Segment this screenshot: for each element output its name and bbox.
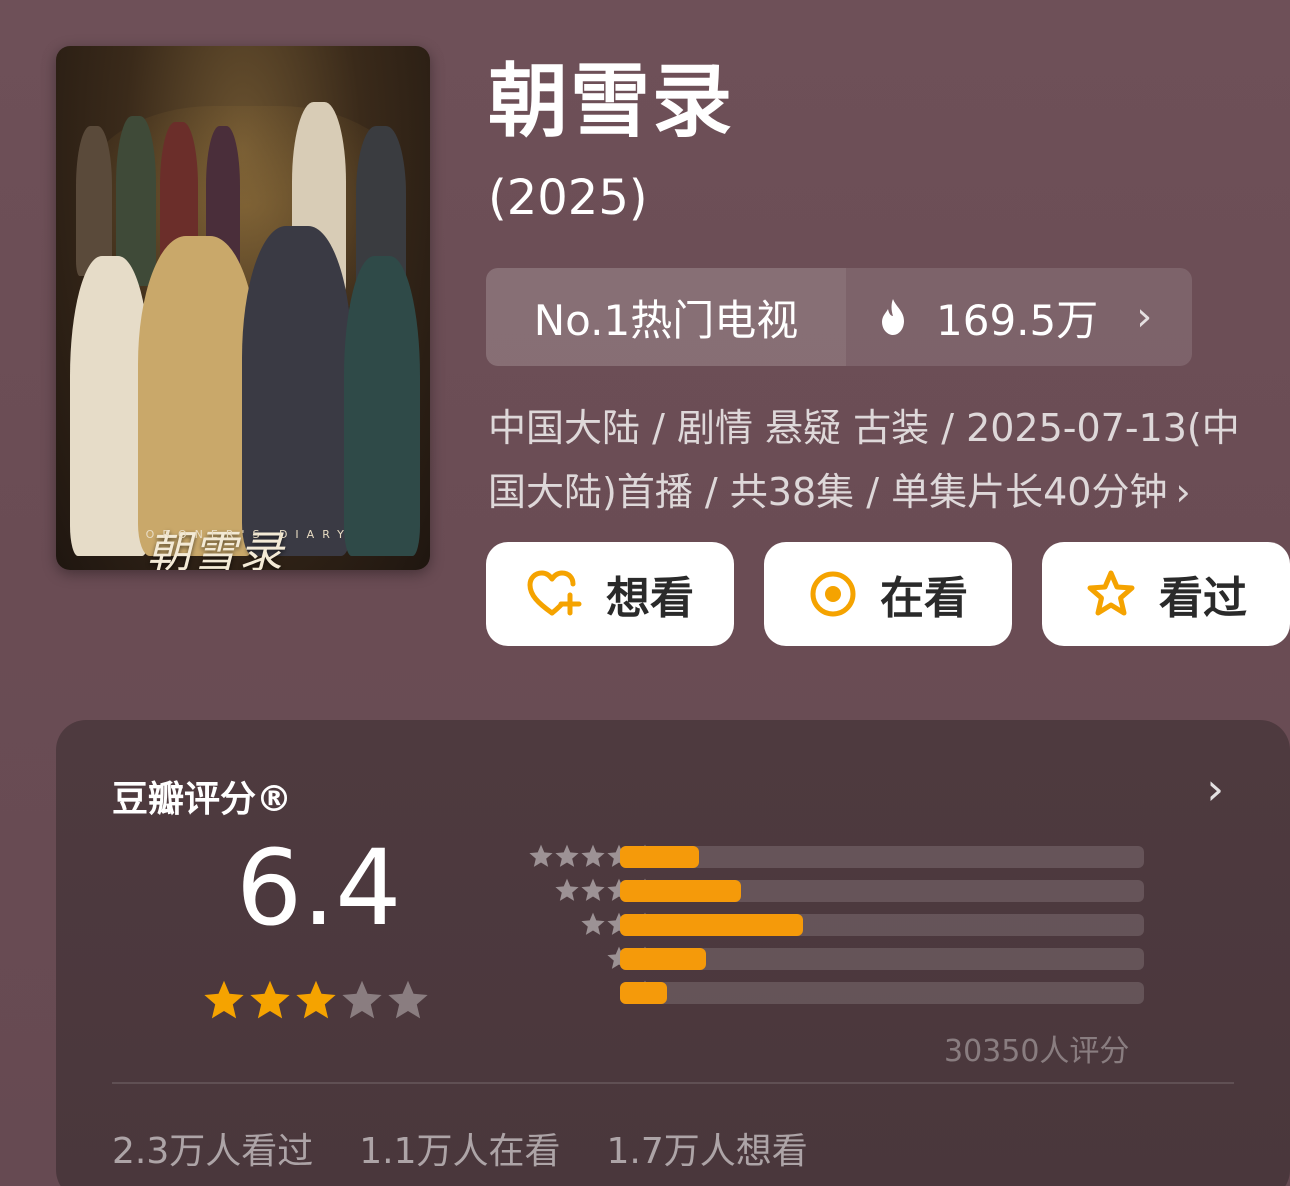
star-filled-icon	[250, 980, 290, 1019]
chevron-right-icon[interactable]: ›	[1206, 764, 1224, 815]
distribution-bar-track	[620, 880, 1144, 902]
star-small-icon	[581, 912, 605, 935]
distribution-bar-track	[620, 982, 1144, 1004]
star-outline-icon	[1087, 570, 1135, 616]
rating-stars	[202, 978, 430, 1022]
distribution-bar-fill	[620, 982, 668, 1004]
want-to-watch-label: 想看	[606, 573, 694, 624]
page-title: 朝雪录	[488, 55, 734, 148]
show-meta-info[interactable]: 中国大陆 / 剧情 悬疑 古装 / 2025-07-13(中 国大陆)首播 / …	[488, 396, 1288, 524]
watched-button[interactable]: 看过	[1042, 542, 1290, 646]
star-small-icon	[581, 844, 605, 867]
watching-label: 在看	[880, 573, 968, 624]
rating-score: 6.4	[236, 827, 402, 949]
distribution-bar-track	[620, 948, 1144, 970]
star-small-icon	[555, 878, 579, 901]
distribution-bar-fill	[620, 880, 741, 902]
star-filled-icon	[296, 980, 336, 1019]
poster-english-title: CORONER'S DIARY	[130, 528, 352, 541]
distribution-bar-track	[620, 846, 1144, 868]
distribution-row-1-star	[470, 980, 1200, 1006]
poster-calligraphy-title: 朝雪录	[147, 527, 285, 570]
hot-rank-badge[interactable]: No.1热门电视 169.5万 ›	[486, 268, 1192, 366]
watching-button[interactable]: 在看	[764, 542, 1012, 646]
movie-detail-page: 朝雪录 CORONER'S DIARY 朝雪录 (2025) No.1热门电视 …	[0, 0, 1290, 1186]
star-empty-icon	[342, 980, 382, 1019]
distribution-bar-fill	[620, 846, 699, 868]
flame-icon	[882, 299, 904, 335]
distribution-row-2-star	[470, 946, 1200, 972]
rating-card-title: 豆瓣评分®	[112, 779, 293, 820]
rating-count: 30350人评分	[944, 1034, 1130, 1069]
distribution-bar-fill	[620, 948, 707, 970]
distribution-row-4-star	[470, 878, 1200, 904]
chevron-right-icon: ›	[1175, 470, 1191, 514]
watched-label: 看过	[1159, 573, 1247, 624]
chevron-right-icon: ›	[1136, 294, 1153, 340]
heat-value: 169.5万	[936, 295, 1099, 345]
target-icon	[810, 571, 856, 617]
distribution-row-5-star	[470, 844, 1200, 870]
star-filled-icon	[204, 980, 244, 1019]
release-year: (2025)	[488, 170, 648, 226]
star-small-icon	[581, 878, 605, 901]
audience-stats: 2.3万人看过 1.1万人在看 1.7万人想看	[112, 1122, 808, 1174]
star-small-icon	[555, 844, 579, 867]
douban-rating-card[interactable]: 豆瓣评分® › 6.4 30350人评分 2.3万人看过 1.1万人在看 1.7…	[56, 720, 1290, 1186]
rank-label: No.1热门电视	[486, 268, 846, 366]
distribution-bar-track	[620, 914, 1144, 936]
want-to-watch-button[interactable]: 想看	[486, 542, 734, 646]
watched-count: 2.3万人看过	[112, 1131, 314, 1172]
heat-value-group: 169.5万 ›	[846, 268, 1192, 366]
distribution-bar-fill	[620, 914, 804, 936]
star-empty-icon	[388, 980, 428, 1019]
watching-count: 1.1万人在看	[359, 1131, 561, 1172]
poster-image[interactable]: 朝雪录 CORONER'S DIARY	[56, 46, 430, 570]
meta-line-2: 国大陆)首播 / 共38集 / 单集片长40分钟	[488, 470, 1168, 514]
divider	[112, 1082, 1234, 1084]
want-count: 1.7万人想看	[606, 1131, 808, 1172]
heart-plus-icon	[527, 570, 582, 616]
star-small-icon	[529, 844, 553, 867]
distribution-row-3-star	[470, 912, 1200, 938]
meta-line-1: 中国大陆 / 剧情 悬疑 古装 / 2025-07-13(中	[488, 406, 1240, 450]
